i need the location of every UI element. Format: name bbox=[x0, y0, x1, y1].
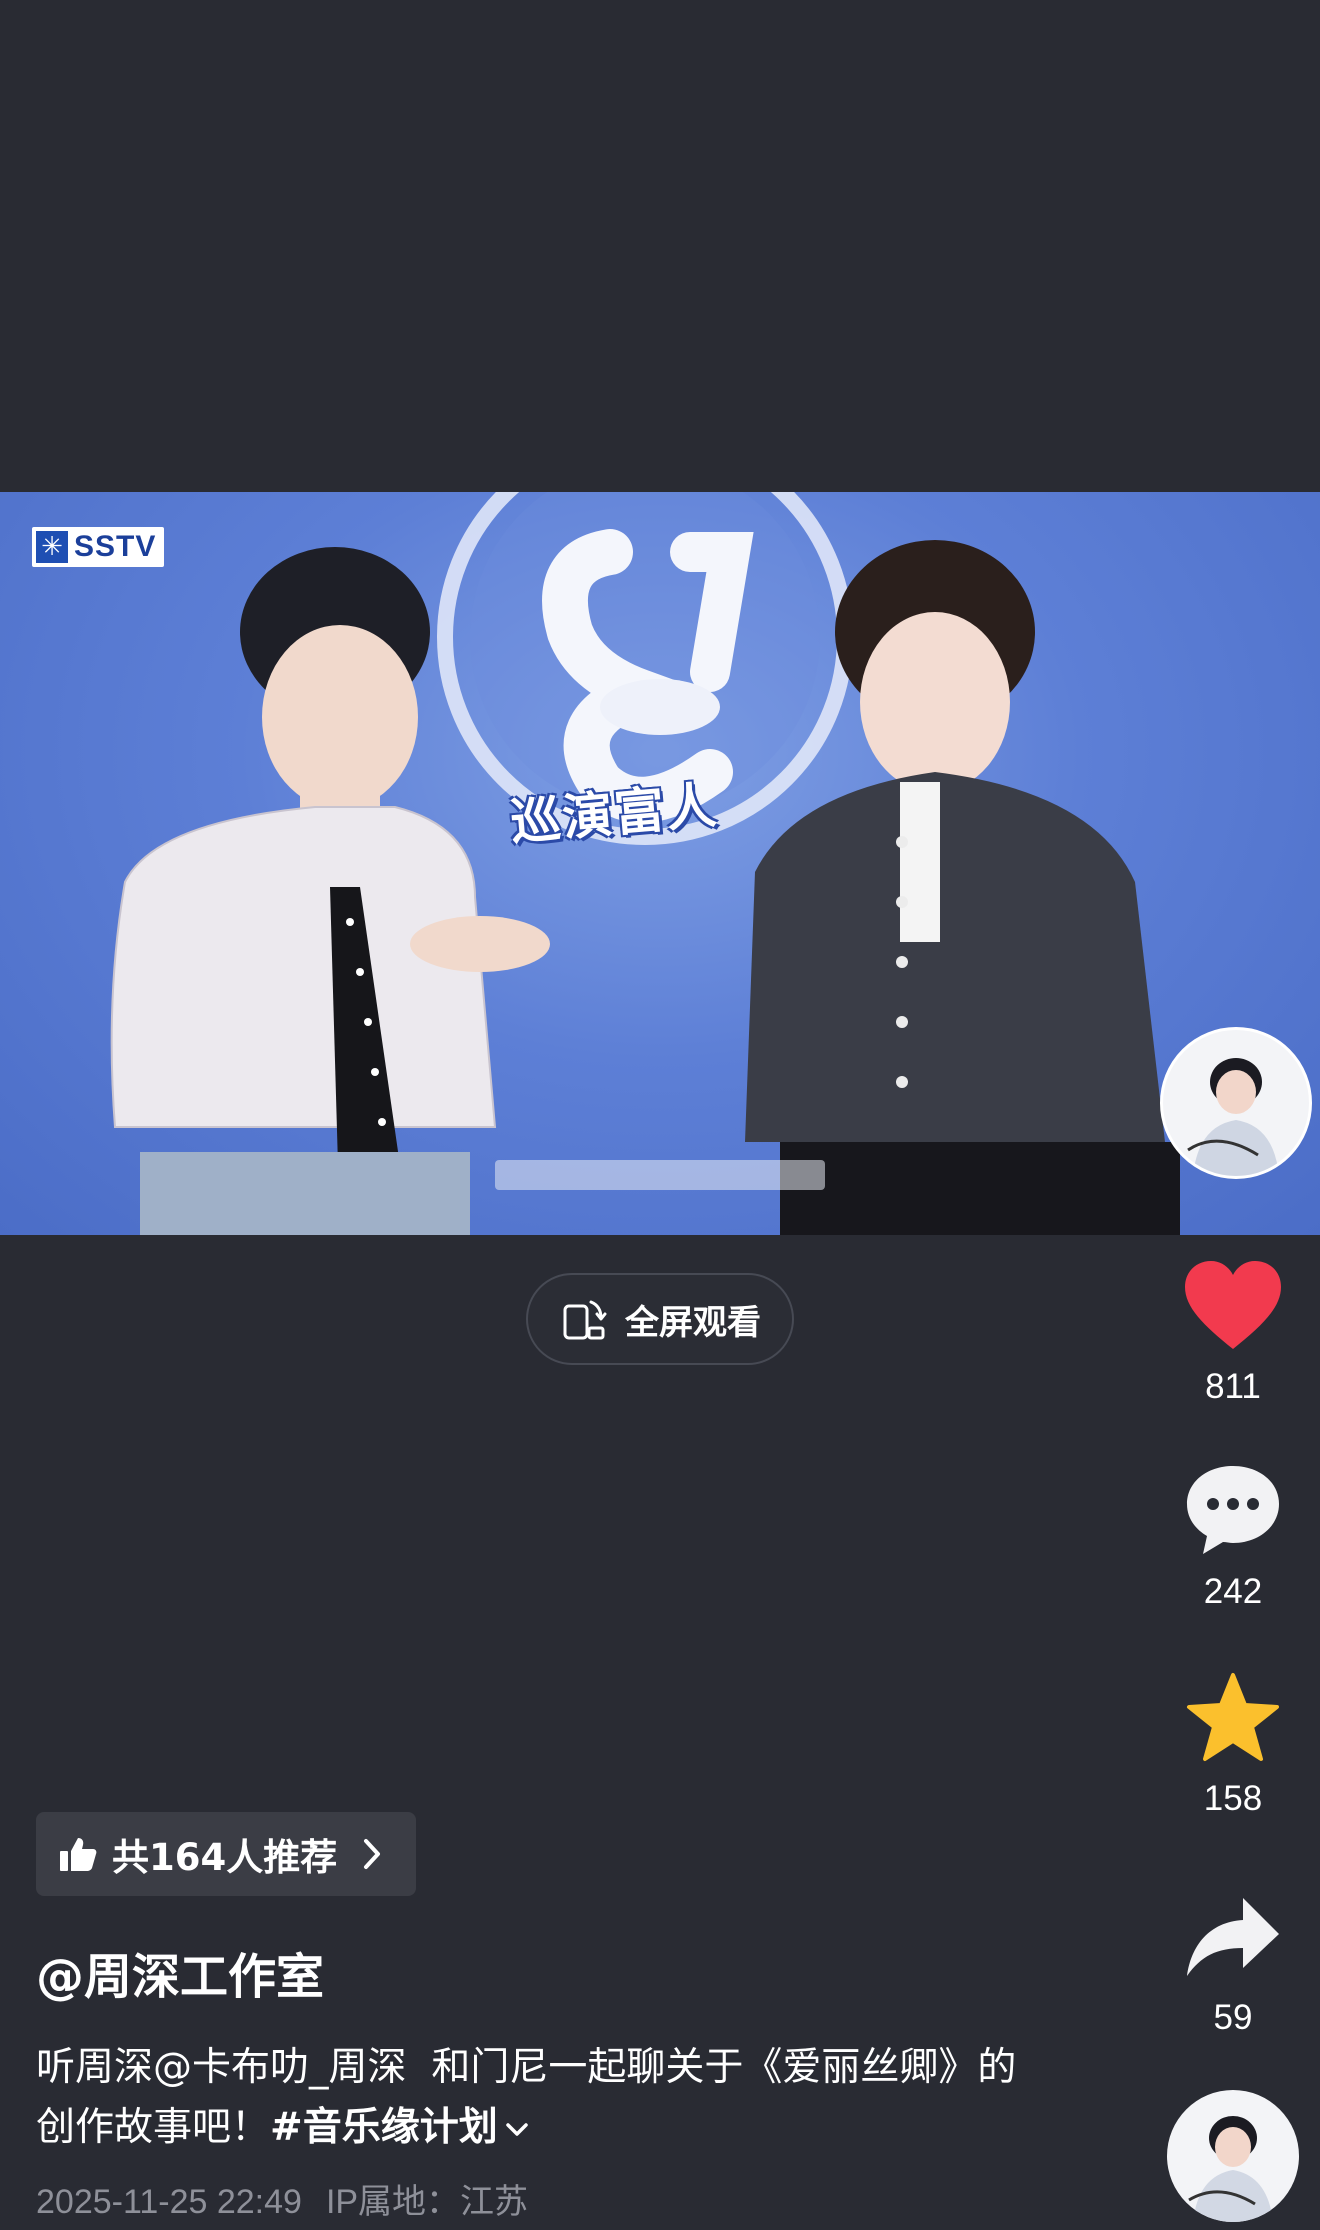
rotate-screen-icon bbox=[563, 1300, 607, 1340]
favorite-button[interactable]: 158 bbox=[1170, 1667, 1296, 1819]
author-avatar[interactable] bbox=[1167, 2090, 1299, 2222]
post-date: 2025-11-25 22:49 bbox=[36, 2183, 302, 2221]
like-button[interactable]: 811 bbox=[1170, 1255, 1296, 1407]
share-button[interactable]: 59 bbox=[1170, 1886, 1296, 2038]
recommend-pill[interactable]: 共164人推荐 bbox=[36, 1812, 416, 1896]
chevron-right-icon bbox=[364, 1839, 381, 1869]
comment-button[interactable]: 242 bbox=[1170, 1460, 1296, 1612]
video-frame-illustration bbox=[110, 492, 1180, 1235]
caption-prefix: 听周深 bbox=[36, 2045, 154, 2090]
snowflake-icon: ✳ bbox=[36, 531, 68, 563]
comment-count: 242 bbox=[1203, 1572, 1263, 1611]
star-icon bbox=[1187, 1673, 1279, 1761]
chevron-down-icon[interactable] bbox=[504, 2120, 530, 2140]
thumbs-up-icon bbox=[60, 1838, 97, 1871]
like-count: 811 bbox=[1205, 1367, 1261, 1406]
post-caption: 听周深@卡布叻_周深 和门尼一起聊关于《爱丽丝卿》的创作故事吧！#音乐缘计划 bbox=[36, 2038, 1036, 2158]
caption-mention[interactable]: @卡布叻_周深 bbox=[153, 2045, 407, 2090]
favorite-count: 158 bbox=[1203, 1779, 1263, 1818]
fullscreen-label: 全屏观看 bbox=[625, 1302, 761, 1343]
fullscreen-button[interactable]: 全屏观看 bbox=[526, 1273, 794, 1365]
share-count: 59 bbox=[1213, 1998, 1253, 2037]
author-avatar-illustration bbox=[1188, 2116, 1273, 2222]
post-meta: 2025-11-25 22:49 IP属地：江苏 bbox=[36, 2174, 552, 2223]
ip-location: IP属地：江苏 bbox=[325, 2183, 529, 2221]
channel-logo-text: SSTV bbox=[74, 530, 157, 563]
caption-hashtag[interactable]: #音乐缘计划 bbox=[270, 2105, 498, 2150]
recommend-label: 共164人推荐 bbox=[112, 1836, 338, 1879]
comment-bubble-icon bbox=[1187, 1466, 1279, 1554]
share-arrow-icon bbox=[1187, 1898, 1279, 1976]
floating-avatar[interactable] bbox=[1160, 1027, 1312, 1179]
avatar-illustration bbox=[1187, 1058, 1279, 1176]
sstv-logo: ✳ SSTV bbox=[32, 527, 165, 567]
author-name[interactable]: @周深工作室 bbox=[36, 1937, 324, 2007]
video-player[interactable]: ✳ SSTV 巡演富人 bbox=[0, 492, 1320, 1235]
heart-icon bbox=[1185, 1261, 1281, 1349]
